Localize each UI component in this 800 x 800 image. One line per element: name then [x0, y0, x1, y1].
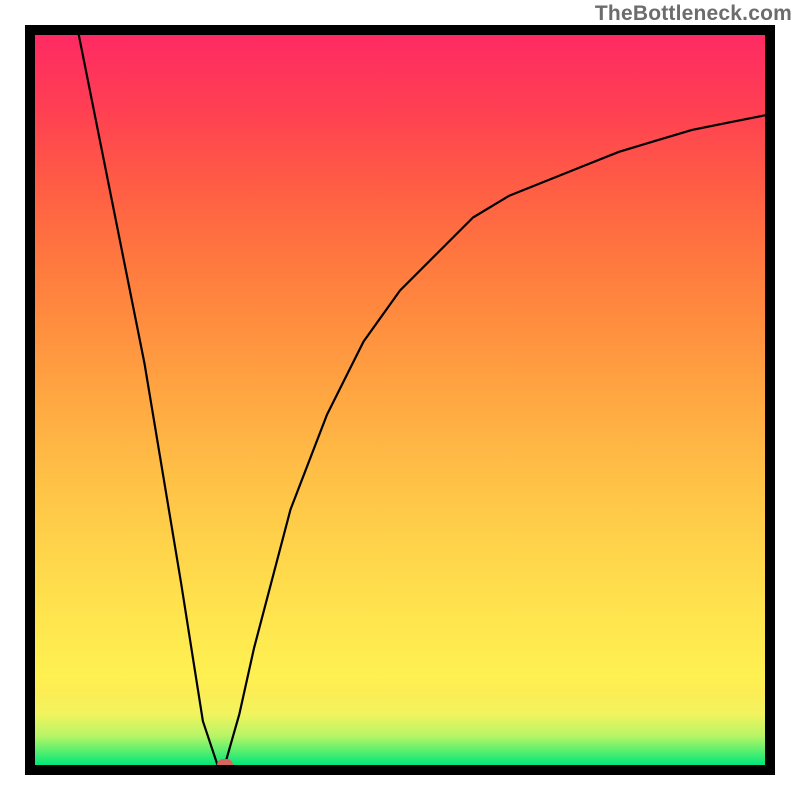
chart-frame — [25, 25, 775, 775]
attribution-text: TheBottleneck.com — [595, 2, 792, 26]
